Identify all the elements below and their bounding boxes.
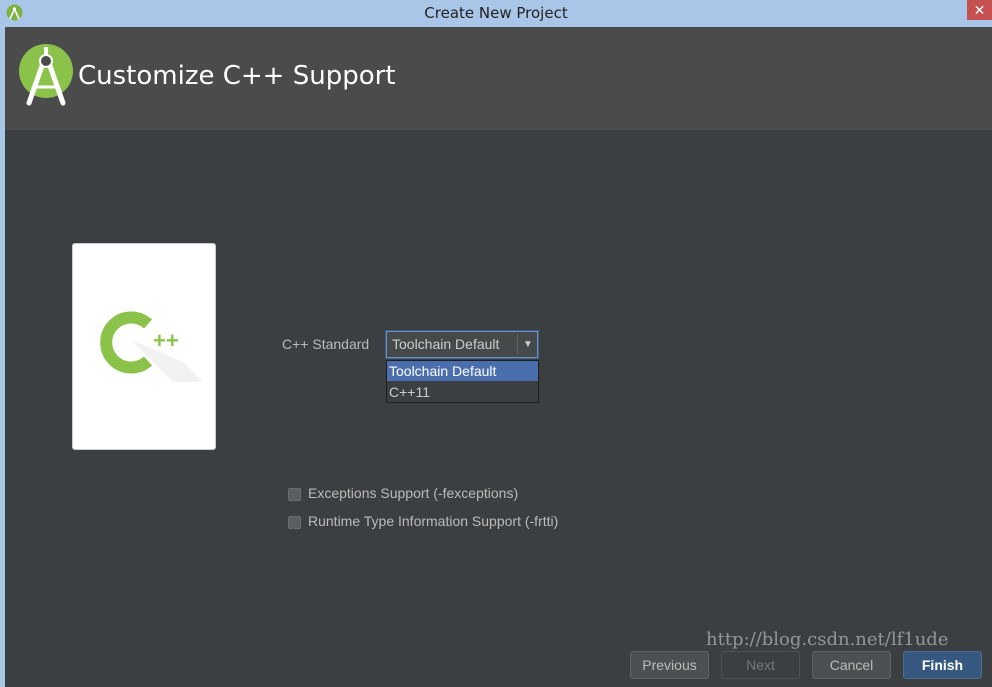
rtti-support-checkbox[interactable]	[288, 516, 301, 529]
chevron-down-icon[interactable]: ▼	[519, 336, 537, 354]
title-bar[interactable]: Create New Project ✕	[0, 0, 992, 27]
cpp-standard-dropdown-list: Toolchain Default C++11	[386, 360, 539, 403]
exceptions-support-label[interactable]: Exceptions Support (-fexceptions)	[308, 485, 518, 501]
cancel-button[interactable]: Cancel	[812, 651, 891, 679]
cpp-standard-label: C++ Standard	[282, 336, 370, 352]
close-button[interactable]: ✕	[967, 0, 992, 20]
android-studio-icon	[19, 44, 73, 106]
combo-separator	[517, 334, 518, 355]
window-title: Create New Project	[424, 4, 568, 22]
rtti-support-label[interactable]: Runtime Type Information Support (-frtti…	[308, 513, 558, 529]
page-title: Customize C++ Support	[78, 61, 396, 91]
cpp-plus-glyph: ++	[153, 328, 179, 353]
next-button[interactable]: Next	[721, 651, 800, 679]
dialog-content: Customize C++ Support ++ C++ Standard To…	[5, 27, 992, 687]
previous-button[interactable]: Previous	[630, 651, 709, 679]
cpp-preview-card: ++	[72, 243, 216, 450]
watermark-text: http://blog.csdn.net/lf1ude	[706, 629, 949, 650]
wizard-header: Customize C++ Support	[5, 27, 992, 130]
dropdown-option-toolchain-default[interactable]: Toolchain Default	[387, 361, 538, 381]
exceptions-support-checkbox[interactable]	[288, 488, 301, 501]
dropdown-option-cpp11[interactable]: C++11	[387, 382, 538, 402]
finish-button[interactable]: Finish	[903, 651, 982, 679]
cpp-standard-combobox[interactable]: Toolchain Default ▼	[386, 331, 538, 358]
cpp-standard-selected-value: Toolchain Default	[392, 336, 500, 352]
cpp-icon	[100, 311, 203, 382]
